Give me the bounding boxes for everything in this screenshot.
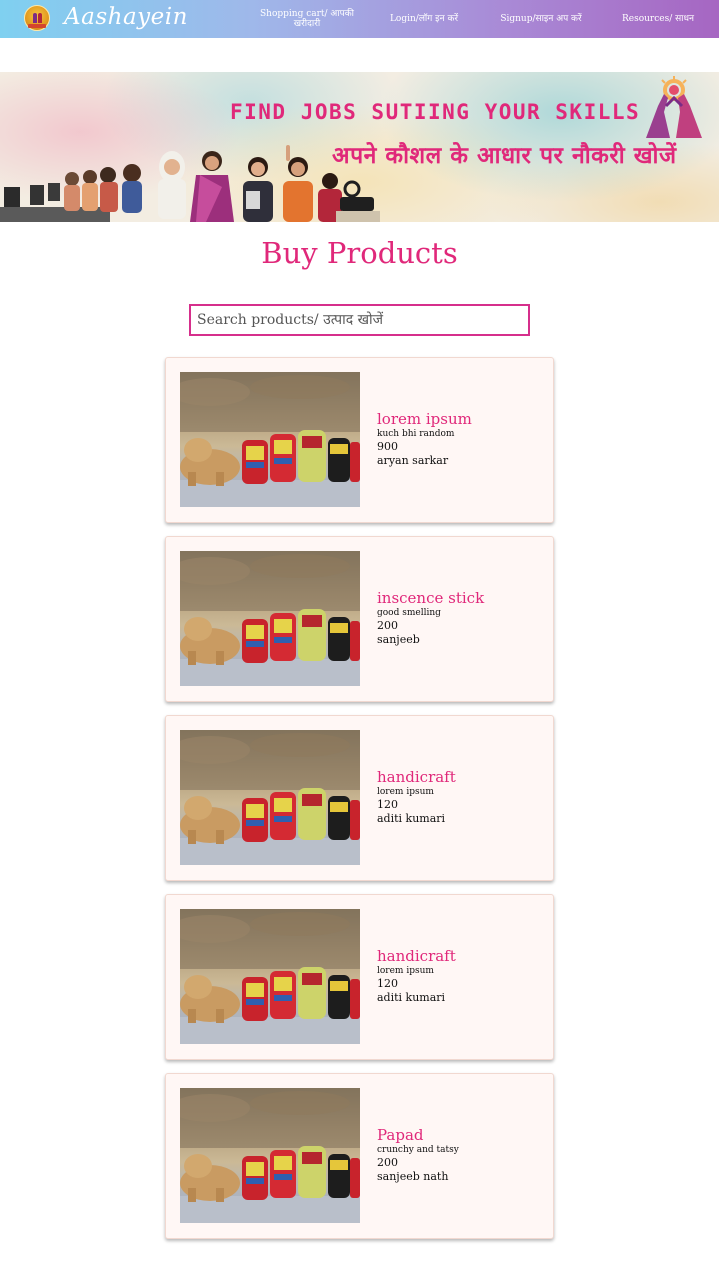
product-description: lorem ipsum: [377, 787, 434, 797]
product-info: handicraft lorem ipsum 120 aditi kumari: [377, 768, 547, 826]
product-info: handicraft lorem ipsum 120 aditi kumari: [377, 947, 547, 1005]
top-navbar: Aashayein Shopping cart/ आपकी खरीदारी Lo…: [0, 0, 719, 38]
product-info: Papad crunchy and tatsy 200 sanjeeb nath: [377, 1126, 547, 1184]
product-seller: sanjeeb nath: [377, 1170, 449, 1183]
product-price: 900: [377, 440, 398, 453]
women-empowerment-logo-icon: [646, 76, 702, 138]
product-info: inscence stick good smelling 200 sanjeeb: [377, 589, 547, 647]
product-image[interactable]: [180, 909, 360, 1044]
banner-headline-hindi: अपने कौशल के आधार पर नौकरी खोजें: [332, 143, 677, 169]
elephant-figurines-image: [180, 909, 360, 1044]
hero-banner: FIND JOBS SUTIING YOUR SKILLS अपने कौशल …: [0, 72, 719, 222]
logo-icon[interactable]: [24, 5, 50, 31]
product-price: 120: [377, 977, 398, 990]
product-card[interactable]: handicraft lorem ipsum 120 aditi kumari: [165, 715, 554, 881]
search-input[interactable]: [189, 304, 530, 336]
product-description: kuch bhi random: [377, 429, 455, 439]
product-price: 200: [377, 1156, 398, 1169]
product-name[interactable]: Papad: [377, 1126, 547, 1144]
product-description: good smelling: [377, 608, 441, 618]
product-description: crunchy and tatsy: [377, 1145, 459, 1155]
product-card[interactable]: inscence stick good smelling 200 sanjeeb: [165, 536, 554, 702]
product-seller: sanjeeb: [377, 633, 420, 646]
elephant-figurines-image: [180, 1088, 360, 1223]
elephant-figurines-image: [180, 551, 360, 686]
product-image[interactable]: [180, 372, 360, 507]
product-card[interactable]: handicraft lorem ipsum 120 aditi kumari: [165, 894, 554, 1060]
brand-name[interactable]: Aashayein: [64, 4, 188, 30]
elephant-figurines-image: [180, 372, 360, 507]
product-image[interactable]: [180, 1088, 360, 1223]
product-seller: aryan sarkar: [377, 454, 449, 467]
women-group-illustration: [0, 145, 380, 222]
product-card[interactable]: Papad crunchy and tatsy 200 sanjeeb nath: [165, 1073, 554, 1239]
product-card[interactable]: lorem ipsum kuch bhi random 900 aryan sa…: [165, 357, 554, 523]
page-title: Buy Products: [261, 236, 458, 270]
product-name[interactable]: inscence stick: [377, 589, 547, 607]
banner-headline-english: FIND JOBS SUTIING YOUR SKILLS: [230, 100, 641, 124]
product-seller: aditi kumari: [377, 812, 446, 825]
product-info: lorem ipsum kuch bhi random 900 aryan sa…: [377, 410, 547, 468]
product-name[interactable]: lorem ipsum: [377, 410, 547, 428]
product-image[interactable]: [180, 730, 360, 865]
nav-login-link[interactable]: Login/लॉग इन करें: [382, 0, 466, 38]
nav-shopping-cart-link[interactable]: Shopping cart/ आपकी खरीदारी: [258, 0, 356, 38]
nav-resources-link[interactable]: Resources/ साधन: [618, 0, 698, 38]
product-description: lorem ipsum: [377, 966, 434, 976]
product-name[interactable]: handicraft: [377, 947, 547, 965]
product-image[interactable]: [180, 551, 360, 686]
elephant-figurines-image: [180, 730, 360, 865]
product-name[interactable]: handicraft: [377, 768, 547, 786]
nav-signup-link[interactable]: Signup/साइन अप करें: [496, 0, 586, 38]
product-price: 200: [377, 619, 398, 632]
product-seller: aditi kumari: [377, 991, 446, 1004]
product-price: 120: [377, 798, 398, 811]
